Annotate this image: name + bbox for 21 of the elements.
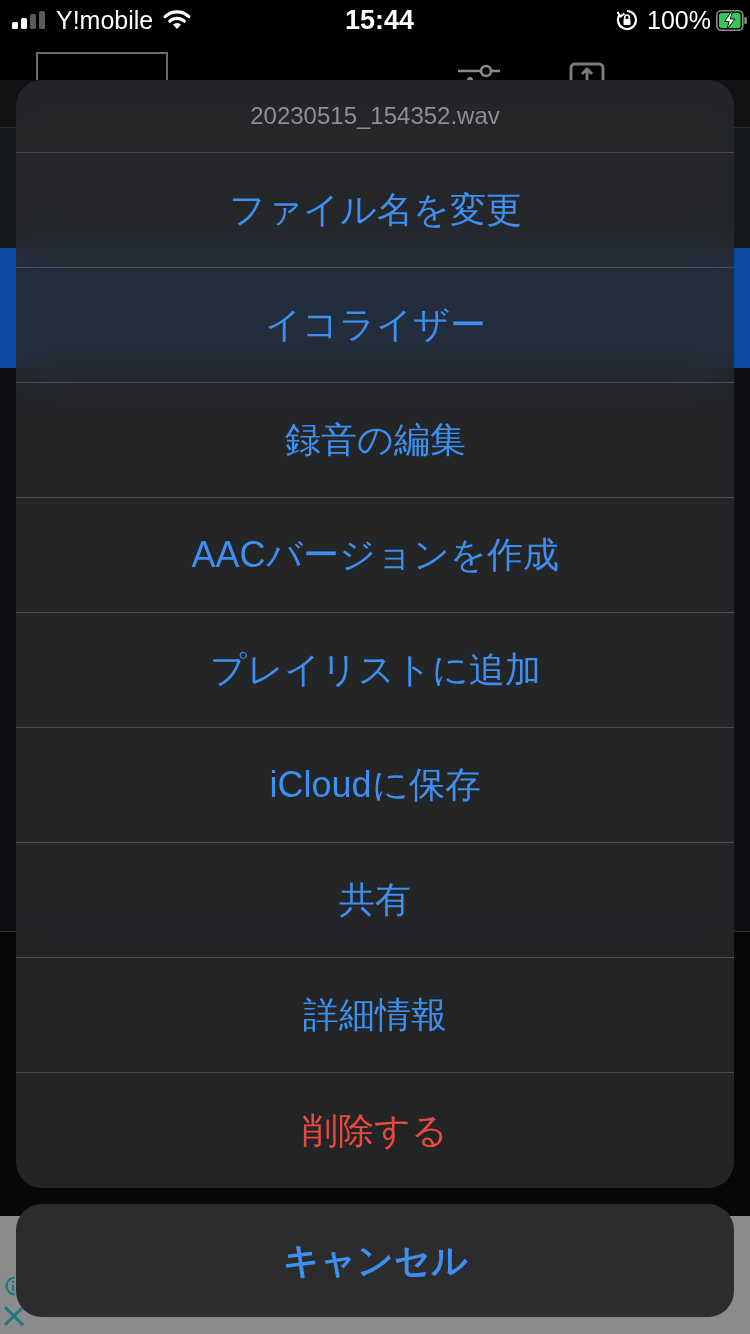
action-sheet-item[interactable]: 削除する <box>16 1073 734 1188</box>
action-sheet-item[interactable]: 詳細情報 <box>16 958 734 1073</box>
clock-time: 15:44 <box>344 6 415 34</box>
action-sheet-item[interactable]: ファイル名を変更 <box>16 153 734 268</box>
battery-percentage: 100% <box>647 7 711 33</box>
action-sheet-item[interactable]: 共有 <box>16 843 734 958</box>
sheet-title: 20230515_154352.wav <box>250 104 500 128</box>
close-icon[interactable] <box>3 1306 25 1326</box>
rotation-lock-icon <box>616 9 639 31</box>
sliders-icon[interactable] <box>457 64 501 80</box>
action-sheet-item[interactable]: プレイリストに追加 <box>16 613 734 728</box>
action-sheet-item[interactable]: 録音の編集 <box>16 383 734 498</box>
action-sheet-item[interactable]: iCloudに保存 <box>16 728 734 843</box>
signal-icon <box>12 11 46 29</box>
action-sheet-item[interactable]: イコライザー <box>16 268 734 383</box>
battery-charging-icon <box>716 9 747 31</box>
wifi-icon <box>163 10 192 30</box>
export-icon[interactable] <box>569 62 605 80</box>
action-sheet-item[interactable]: AACバージョンを作成 <box>16 498 734 613</box>
cancel-button[interactable]: キャンセル <box>16 1204 734 1317</box>
carrier-name: Y!mobile <box>56 7 154 33</box>
